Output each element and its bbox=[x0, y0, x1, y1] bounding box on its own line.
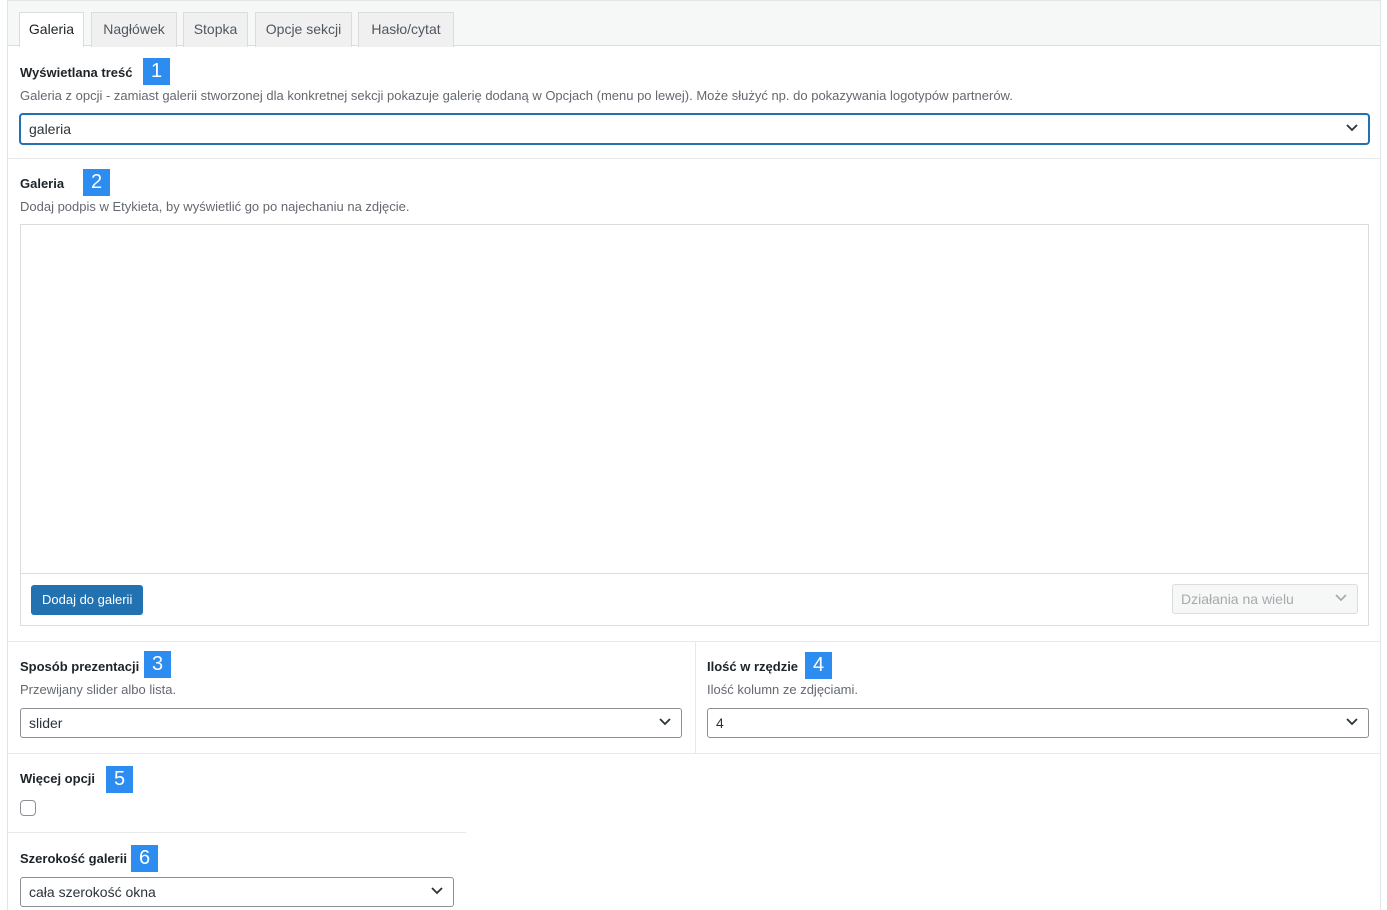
section-divider bbox=[8, 641, 1380, 642]
content-select-value: galeria bbox=[29, 121, 72, 137]
columns-select-value: 4 bbox=[716, 715, 724, 731]
columns-field-description: Ilość kolumn ze zdjęciami. bbox=[707, 682, 858, 697]
bulk-actions-value: Działania na wielu bbox=[1181, 591, 1294, 607]
presentation-field-description: Przewijany slider albo lista. bbox=[20, 682, 177, 697]
chevron-down-icon bbox=[1346, 124, 1358, 132]
chevron-down-icon bbox=[1346, 718, 1358, 726]
gallery-field-badge: 2 bbox=[83, 169, 110, 196]
gallery-width-label: Szerokość galerii bbox=[20, 851, 127, 866]
chevron-down-icon bbox=[431, 887, 443, 895]
section-divider bbox=[8, 832, 466, 833]
columns-select[interactable]: 4 bbox=[707, 708, 1369, 738]
chevron-down-icon bbox=[659, 718, 671, 726]
content-field-label: Wyświetlana treść bbox=[20, 65, 133, 80]
gallery-width-badge: 6 bbox=[131, 845, 158, 872]
presentation-field-label: Sposób prezentacji bbox=[20, 659, 140, 674]
presentation-select[interactable]: slider bbox=[20, 708, 682, 738]
tab-naglowek[interactable]: Nagłówek bbox=[91, 12, 177, 47]
tab-galeria[interactable]: Galeria bbox=[19, 12, 84, 47]
content-field-badge: 1 bbox=[143, 58, 170, 85]
gallery-toolbar: Dodaj do galerii Działania na wielu bbox=[21, 573, 1368, 625]
gallery-field-label: Galeria bbox=[20, 176, 65, 191]
tab-stopka[interactable]: Stopka bbox=[183, 12, 248, 47]
columns-field-label: Ilość w rzędzie bbox=[707, 659, 799, 674]
tab-bar: Galeria Nagłówek Stopka Opcje sekcji Has… bbox=[8, 1, 1380, 47]
gallery-dropzone[interactable]: Dodaj do galerii Działania na wielu bbox=[20, 224, 1369, 626]
columns-field-badge: 4 bbox=[805, 652, 832, 679]
gallery-field-description: Dodaj podpis w Etykieta, by wyświetlić g… bbox=[20, 199, 410, 214]
content-select[interactable]: galeria bbox=[20, 114, 1369, 144]
section-divider bbox=[8, 158, 1380, 159]
gallery-width-value: cała szerokość okna bbox=[29, 884, 156, 900]
more-options-label: Więcej opcji bbox=[20, 771, 96, 786]
presentation-select-value: slider bbox=[29, 715, 63, 731]
section-divider bbox=[8, 753, 1380, 754]
content-field-description: Galeria z opcji - zamiast galerii stworz… bbox=[20, 88, 1013, 103]
settings-panel: Galeria Nagłówek Stopka Opcje sekcji Has… bbox=[7, 0, 1381, 910]
more-options-checkbox[interactable] bbox=[20, 800, 36, 816]
presentation-field-badge: 3 bbox=[144, 651, 171, 678]
add-to-gallery-button[interactable]: Dodaj do galerii bbox=[31, 585, 144, 615]
more-options-badge: 5 bbox=[106, 766, 133, 793]
chevron-down-icon bbox=[1335, 594, 1347, 602]
bulk-actions-select: Działania na wielu bbox=[1172, 584, 1358, 614]
gallery-width-select[interactable]: cała szerokość okna bbox=[20, 877, 454, 907]
column-divider bbox=[695, 642, 696, 753]
tab-opcje-sekcji[interactable]: Opcje sekcji bbox=[255, 12, 352, 47]
tab-haslo-cytat[interactable]: Hasło/cytat bbox=[358, 12, 454, 47]
